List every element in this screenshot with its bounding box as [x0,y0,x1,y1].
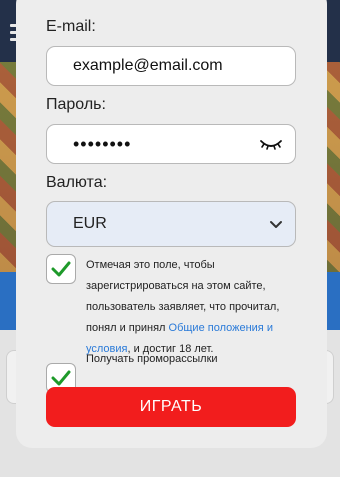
eye-closed-icon[interactable] [259,136,283,154]
registration-modal: E-mail: example@email.com Пароль: ••••••… [16,0,327,448]
currency-value: EUR [73,215,107,232]
consent-checkbox[interactable] [46,254,76,284]
email-value: example@email.com [73,57,223,74]
play-button[interactable]: ИГРАТЬ [46,387,296,427]
chevron-down-icon [269,218,283,230]
email-field[interactable]: example@email.com [46,46,296,86]
checkmark-icon [51,261,71,277]
currency-label: Валюта: [46,174,108,191]
promo-label: Получать проморассылки [86,353,218,365]
password-field[interactable]: •••••••• [46,124,296,164]
email-label: E-mail: [46,18,96,35]
password-value: •••••••• [73,133,132,154]
checkmark-icon [51,370,71,386]
consent-text: Отмечая это поле, чтобы зарегистрировать… [86,255,312,360]
currency-select[interactable]: EUR [46,201,296,247]
password-label: Пароль: [46,96,106,113]
